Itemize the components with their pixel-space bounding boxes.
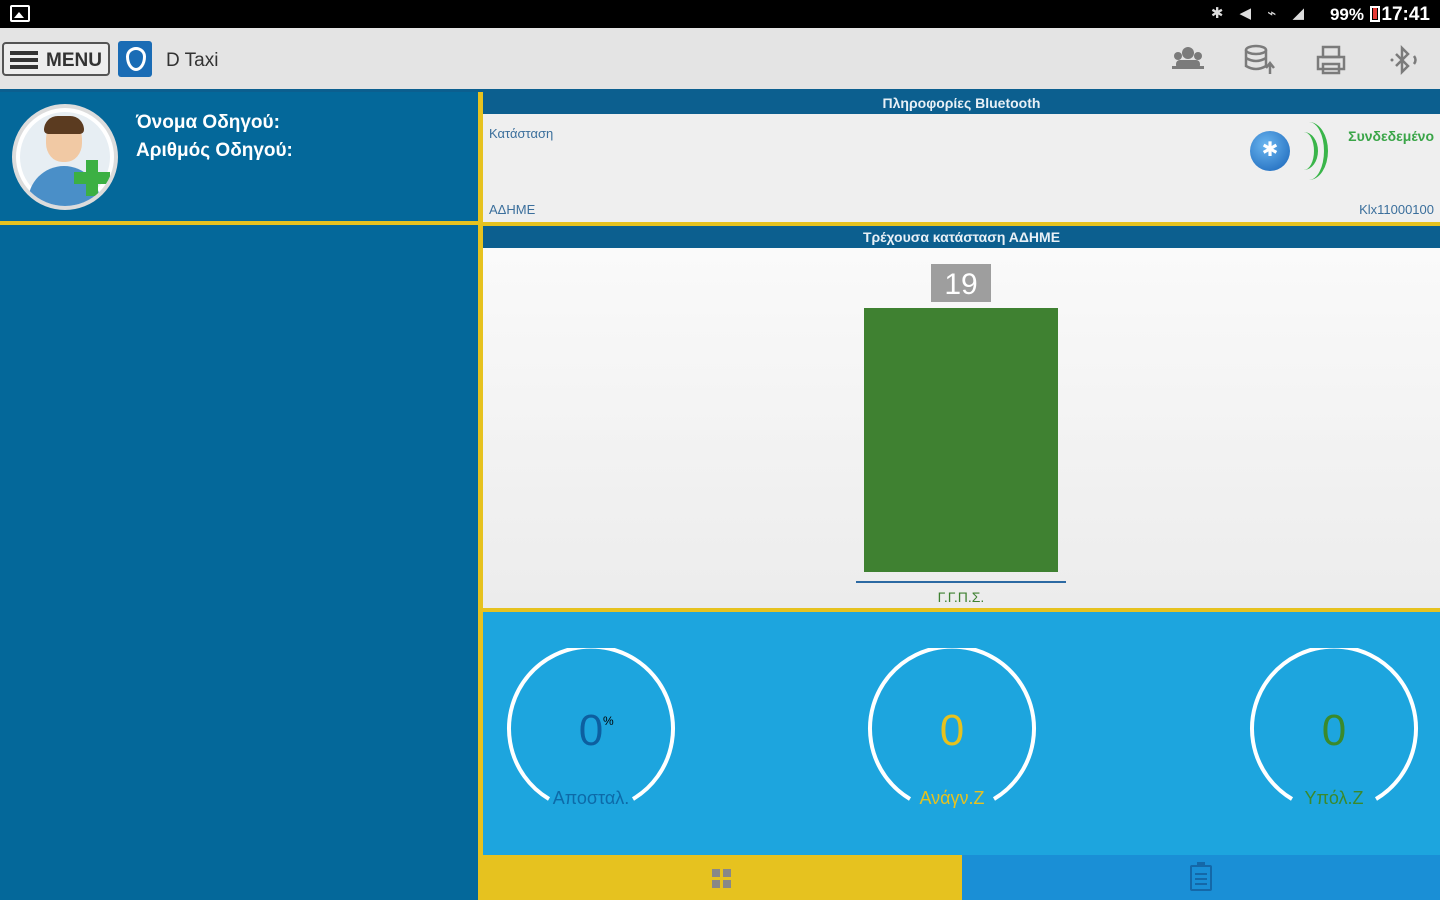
clock-time: 17:41: [1381, 4, 1430, 25]
battery-percent: 99%: [1329, 5, 1364, 24]
driver-name-label: Όνομα Οδηγού:: [136, 112, 280, 133]
gauge-sent-unit: %: [603, 714, 614, 728]
menu-button[interactable]: MENU: [2, 42, 110, 76]
action-bar: MENU D Taxi: [0, 28, 1440, 92]
tab-clipboard[interactable]: [962, 855, 1440, 900]
grid-icon: [712, 869, 732, 889]
status-icons: ✱ ◀ ⌁ ◢: [1210, 5, 1310, 22]
driver-avatar[interactable]: [12, 104, 118, 210]
adhme-status-header: Τρέχουσα κατάσταση ΑΔΗΜΕ: [483, 226, 1440, 248]
app-title: D Taxi: [166, 50, 219, 71]
bluetooth-header: Πληροφορίες Bluetooth: [483, 92, 1440, 114]
gallery-notification-icon: [10, 5, 30, 22]
driver-card: Όνομα Οδηγού: Αριθμός Οδηγού:: [0, 92, 478, 225]
hamburger-icon: [10, 51, 38, 69]
clipboard-icon: [1190, 862, 1212, 891]
bluetooth-panel: Κατάσταση ✱ Συνδεδεμένο ΑΔΗΜΕ Klx1100010…: [483, 114, 1440, 226]
battery-icon: [1370, 6, 1380, 22]
bluetooth-status-label: Κατάσταση: [489, 126, 554, 141]
users-icon[interactable]: [1168, 44, 1208, 74]
gauges-panel: 0 % Αποσταλ. 0 Ανάγν.Ζ 0 Υπόλ.Ζ: [483, 612, 1440, 855]
menu-label: MENU: [46, 50, 102, 71]
gauge-remaining-z-value: 0: [1321, 706, 1347, 755]
bluetooth-connected-icon: ✱: [1250, 131, 1290, 171]
gauge-read-z-label: Ανάγν.Ζ: [919, 788, 985, 808]
bluetooth-sound-icon[interactable]: [1386, 44, 1426, 76]
gauge-read-z-value: 0: [939, 706, 965, 755]
device-id: Klx11000100: [1359, 202, 1434, 217]
device-label: ΑΔΗΜΕ: [489, 202, 536, 217]
chart-category-label: Γ.Γ.Π.Σ.: [938, 589, 985, 604]
chart-svg: 19 Γ.Γ.Π.Σ.: [856, 264, 1066, 604]
chart-value-label: 19: [944, 268, 977, 301]
status-bar: ✱ ◀ ⌁ ◢ 99% 17:41: [0, 0, 1440, 28]
chart-bar: [864, 308, 1058, 572]
tab-dashboard[interactable]: [478, 855, 962, 900]
database-upload-icon[interactable]: [1240, 44, 1280, 74]
adhme-chart: 19 Γ.Γ.Π.Σ.: [483, 248, 1440, 612]
printer-icon[interactable]: [1312, 44, 1352, 75]
left-panel: [0, 229, 478, 900]
gauge-remaining-z[interactable]: 0 Υπόλ.Ζ: [1246, 644, 1422, 824]
app-logo-icon: [118, 41, 152, 77]
bluetooth-status-value: Συνδεδεμένο: [1348, 128, 1434, 144]
gauge-read-z[interactable]: 0 Ανάγν.Ζ: [864, 644, 1040, 824]
gauge-sent[interactable]: 0 % Αποσταλ.: [503, 644, 679, 824]
gauge-sent-value: 0: [578, 706, 604, 755]
driver-number-label: Αριθμός Οδηγού:: [136, 140, 293, 161]
gauge-sent-label: Αποσταλ.: [552, 788, 630, 808]
gauge-remaining-z-label: Υπόλ.Ζ: [1304, 788, 1364, 808]
